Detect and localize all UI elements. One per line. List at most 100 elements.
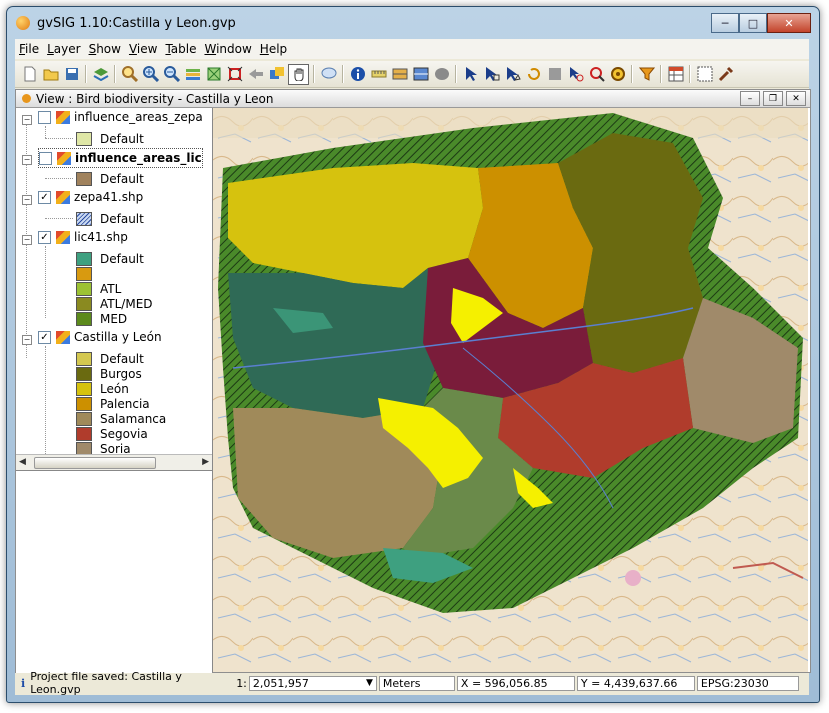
tools-icon[interactable] <box>716 65 735 84</box>
scroll-right-icon[interactable]: ▶ <box>202 457 209 467</box>
close-button[interactable]: ✕ <box>767 13 811 33</box>
select-rect-icon[interactable] <box>482 65 501 84</box>
grey-icon[interactable] <box>545 65 564 84</box>
select-circle-icon[interactable] <box>566 65 585 84</box>
open-folder-icon[interactable] <box>41 65 60 84</box>
ruler-icon[interactable] <box>411 65 430 84</box>
menu-table[interactable]: Table <box>161 42 200 56</box>
zoom-in-icon[interactable] <box>120 65 139 84</box>
epsg-value: EPSG:23030 <box>700 676 769 690</box>
legend-label: León <box>100 382 129 396</box>
view-minimize-button[interactable]: – <box>740 91 760 106</box>
layer-influence-areas-lic[interactable]: influence_areas_lic <box>38 148 203 168</box>
layer-name: influence_areas_lic <box>75 151 202 165</box>
legend-label: Palencia <box>100 397 150 411</box>
table-of-contents: − influence_areas_zepa Default − influen… <box>16 108 213 673</box>
target-icon[interactable] <box>608 65 627 84</box>
view-close-button[interactable]: ✕ <box>786 91 806 106</box>
expander-layer-0[interactable]: − <box>22 115 32 125</box>
units-value: Meters <box>382 676 421 690</box>
info-icon[interactable] <box>348 65 367 84</box>
chevron-down-icon: ▼ <box>365 678 373 688</box>
legend-label: Salamanca <box>100 412 167 426</box>
save-icon[interactable] <box>62 65 81 84</box>
menu-file[interactable]: File <box>15 42 43 56</box>
view-restore-button[interactable]: ❐ <box>763 91 783 106</box>
legend-label: Default <box>100 252 144 266</box>
expander-layer-2[interactable]: − <box>22 195 32 205</box>
legend-item: Soria <box>76 440 131 454</box>
select-poly-icon[interactable] <box>503 65 522 84</box>
new-file-icon[interactable] <box>20 65 39 84</box>
view-title-bar[interactable]: View : Bird biodiversity - Castilla y Le… <box>16 90 810 108</box>
epsg-field: EPSG:23030 <box>696 675 799 691</box>
polygon-layer-icon <box>56 190 70 204</box>
menu-window[interactable]: Window <box>200 42 255 56</box>
polygon-layer-icon <box>57 151 71 165</box>
layers-icon[interactable] <box>91 65 110 84</box>
legend-swatch <box>76 412 92 426</box>
back-icon[interactable] <box>246 65 265 84</box>
measure-icon[interactable] <box>369 65 388 84</box>
scroll-left-icon[interactable]: ◀ <box>19 457 26 467</box>
filter-icon[interactable] <box>637 65 656 84</box>
legend-horizontal-scrollbar[interactable]: ◀ ▶ <box>16 454 212 471</box>
menu-layer[interactable]: Layer <box>43 42 84 56</box>
legend-label: Default <box>100 352 144 366</box>
map-canvas[interactable] <box>213 108 808 672</box>
legend-swatch <box>76 352 92 366</box>
measure-area-icon[interactable] <box>390 65 409 84</box>
hand-icon[interactable] <box>288 63 309 85</box>
zoom-plus-icon[interactable] <box>141 65 160 84</box>
legend-item: Default <box>76 130 144 148</box>
zoom-select-icon[interactable] <box>225 65 244 84</box>
speech-icon[interactable] <box>319 65 338 84</box>
select-lasso-icon[interactable] <box>587 65 606 84</box>
layer-name: influence_areas_zepa <box>74 110 203 124</box>
legend-item: MED <box>76 310 127 328</box>
grid-icon[interactable] <box>695 65 714 84</box>
y-value: Y = 4,439,637.66 <box>580 676 678 690</box>
expander-layer-3[interactable]: − <box>22 235 32 245</box>
maximize-button[interactable]: □ <box>739 13 767 33</box>
expander-layer-4[interactable]: − <box>22 335 32 345</box>
menu-show[interactable]: Show <box>85 42 125 56</box>
layer-visibility-checkbox[interactable]: ✓ <box>38 330 51 344</box>
menu-help[interactable]: Help <box>256 42 291 56</box>
zoom-minus-icon[interactable] <box>162 65 181 84</box>
zoom-full-icon[interactable] <box>204 65 223 84</box>
legend-label: Burgos <box>100 367 142 381</box>
layer-visibility-checkbox[interactable]: ✓ <box>38 230 51 244</box>
locate-icon[interactable] <box>432 65 451 84</box>
legend-label: ATL <box>100 282 122 296</box>
layer-visibility-checkbox[interactable]: ✓ <box>38 190 51 204</box>
pan-icon[interactable] <box>267 65 286 84</box>
legend-swatch <box>76 442 92 454</box>
layer-visibility-checkbox[interactable] <box>39 151 52 165</box>
scale-prefix: 1: <box>236 676 247 690</box>
legend-label: Default <box>100 212 144 226</box>
polygon-layer-icon <box>56 110 70 124</box>
x-value: X = 596,056.85 <box>460 676 548 690</box>
view-window: View : Bird biodiversity - Castilla y Le… <box>15 89 811 673</box>
select-icon[interactable] <box>461 65 480 84</box>
table-icon[interactable] <box>666 65 685 84</box>
scroll-thumb[interactable] <box>34 457 156 469</box>
locator-map[interactable] <box>16 470 212 673</box>
title-bar[interactable]: gvSIG 1.10:Castilla y Leon.gvp ─ □ ✕ <box>7 7 819 39</box>
minimize-button[interactable]: ─ <box>711 13 739 33</box>
legend-swatch <box>76 427 92 441</box>
legend-label: Soria <box>100 442 131 454</box>
layer-visibility-checkbox[interactable] <box>38 110 51 124</box>
expander-layer-1[interactable]: − <box>22 155 32 165</box>
layer-name: zepa41.shp <box>74 190 144 204</box>
layer-influence-areas-zepa[interactable]: influence_areas_zepa <box>38 108 203 126</box>
legend-label: MED <box>100 312 128 326</box>
layer-zepa41[interactable]: ✓ zepa41.shp <box>38 188 143 206</box>
scale-select[interactable]: 2,051,957 ▼ <box>248 675 377 691</box>
layer-castilla-y-leon[interactable]: ✓ Castilla y León <box>38 328 162 346</box>
layers-stack-icon[interactable] <box>183 65 202 84</box>
layer-lic41[interactable]: ✓ lic41.shp <box>38 228 128 246</box>
menu-view[interactable]: View <box>125 42 161 56</box>
rotate-icon[interactable] <box>524 65 543 84</box>
